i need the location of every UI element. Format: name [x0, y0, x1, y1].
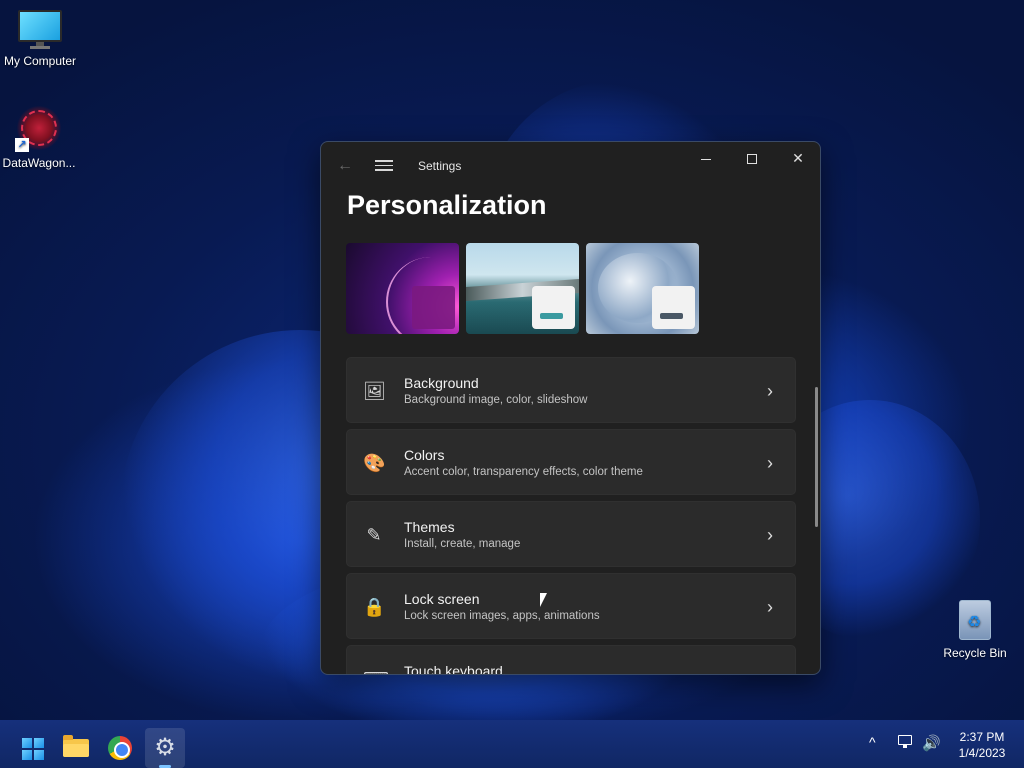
- settings-item-title: Touch keyboard: [404, 663, 503, 675]
- settings-item-background[interactable]: 🖼 Background Background image, color, sl…: [346, 357, 796, 423]
- mouse-cursor: [540, 593, 547, 607]
- desktop-icon-label: Recycle Bin: [943, 646, 1007, 660]
- chevron-right-icon: ›: [767, 525, 773, 545]
- title-bar[interactable]: ← Settings ✕: [321, 142, 820, 190]
- settings-item-colors[interactable]: 🎨 Colors Accent color, transparency effe…: [346, 429, 796, 495]
- lock-screen-icon: 🔒: [363, 597, 386, 617]
- settings-item-subtitle: Accent color, transparency effects, colo…: [404, 466, 643, 478]
- settings-item-title: Lock screen: [404, 591, 480, 607]
- maximize-button[interactable]: [729, 142, 775, 176]
- image-icon: 🖼: [363, 381, 386, 401]
- chevron-right-icon: ›: [767, 597, 773, 617]
- theme-thumbnail-bloom-light[interactable]: [586, 243, 699, 334]
- settings-item-subtitle: Install, create, manage: [404, 538, 521, 550]
- settings-taskbar-button[interactable]: ⚙: [145, 728, 185, 768]
- file-explorer-button[interactable]: [56, 728, 96, 768]
- gear-icon: ⚙: [154, 734, 176, 761]
- desktop-icon-datawagon[interactable]: ↗ DataWagon...: [0, 104, 79, 170]
- desktop-icon-recycle-bin[interactable]: ♻ Recycle Bin: [935, 596, 1015, 660]
- settings-item-touch-keyboard[interactable]: ⌨ Touch keyboard ›: [346, 645, 796, 675]
- folder-icon: [63, 735, 89, 757]
- recycle-bin-icon: ♻: [955, 596, 995, 642]
- settings-item-title: Themes: [404, 519, 455, 535]
- desktop-icon-my-computer[interactable]: My Computer: [0, 10, 80, 68]
- close-button[interactable]: ✕: [775, 142, 820, 176]
- palette-icon: 🎨: [363, 453, 386, 473]
- settings-item-title: Background: [404, 375, 479, 391]
- monitor-icon: [18, 10, 62, 50]
- network-icon[interactable]: [896, 732, 914, 750]
- minimize-button[interactable]: [683, 142, 729, 176]
- chevron-right-icon: ›: [767, 668, 773, 674]
- clock-date: 1/4/2023: [958, 746, 1006, 760]
- chrome-icon: [108, 736, 132, 760]
- page-title: Personalization: [347, 190, 547, 220]
- scrollbar-thumb[interactable]: [815, 387, 818, 527]
- back-arrow-icon[interactable]: ←: [335, 156, 355, 176]
- windows-logo-icon: [22, 738, 44, 760]
- chevron-right-icon: ›: [767, 453, 773, 473]
- settings-item-themes[interactable]: ✎ Themes Install, create, manage ›: [346, 501, 796, 567]
- shortcut-arrow-icon: ↗: [15, 138, 29, 152]
- start-button[interactable]: [12, 728, 52, 768]
- desktop-icon-label: DataWagon...: [2, 156, 76, 170]
- theme-thumbnail-captured-motion[interactable]: [466, 243, 579, 334]
- settings-item-subtitle: Lock screen images, apps, animations: [404, 610, 600, 622]
- show-hidden-icons-chevron-icon[interactable]: ^: [869, 734, 876, 768]
- settings-window: ← Settings ✕ Personalization 🖼 Backgroun…: [320, 141, 821, 675]
- theme-thumbnail-bloom-dark[interactable]: [346, 243, 459, 334]
- settings-item-title: Colors: [404, 447, 445, 463]
- desktop-icon-label: My Computer: [3, 54, 77, 68]
- chevron-right-icon: ›: [767, 381, 773, 401]
- chrome-button[interactable]: [100, 728, 140, 768]
- system-clock[interactable]: 2:37 PM 1/4/2023: [950, 729, 1014, 761]
- clock-time: 2:37 PM: [959, 730, 1005, 744]
- window-title: Settings: [418, 159, 462, 173]
- settings-item-subtitle: Background image, color, slideshow: [404, 394, 588, 406]
- datawagon-icon: ↗: [15, 104, 63, 152]
- settings-item-lock-screen[interactable]: 🔒 Lock screen Lock screen images, apps, …: [346, 573, 796, 639]
- taskbar: ⚙ ^ 🔊 2:37 PM 1/4/2023: [0, 720, 1024, 768]
- hamburger-menu-icon[interactable]: [375, 157, 393, 173]
- volume-icon[interactable]: 🔊: [922, 734, 941, 768]
- keyboard-icon: ⌨: [363, 668, 389, 674]
- brush-icon: ✎: [366, 525, 382, 545]
